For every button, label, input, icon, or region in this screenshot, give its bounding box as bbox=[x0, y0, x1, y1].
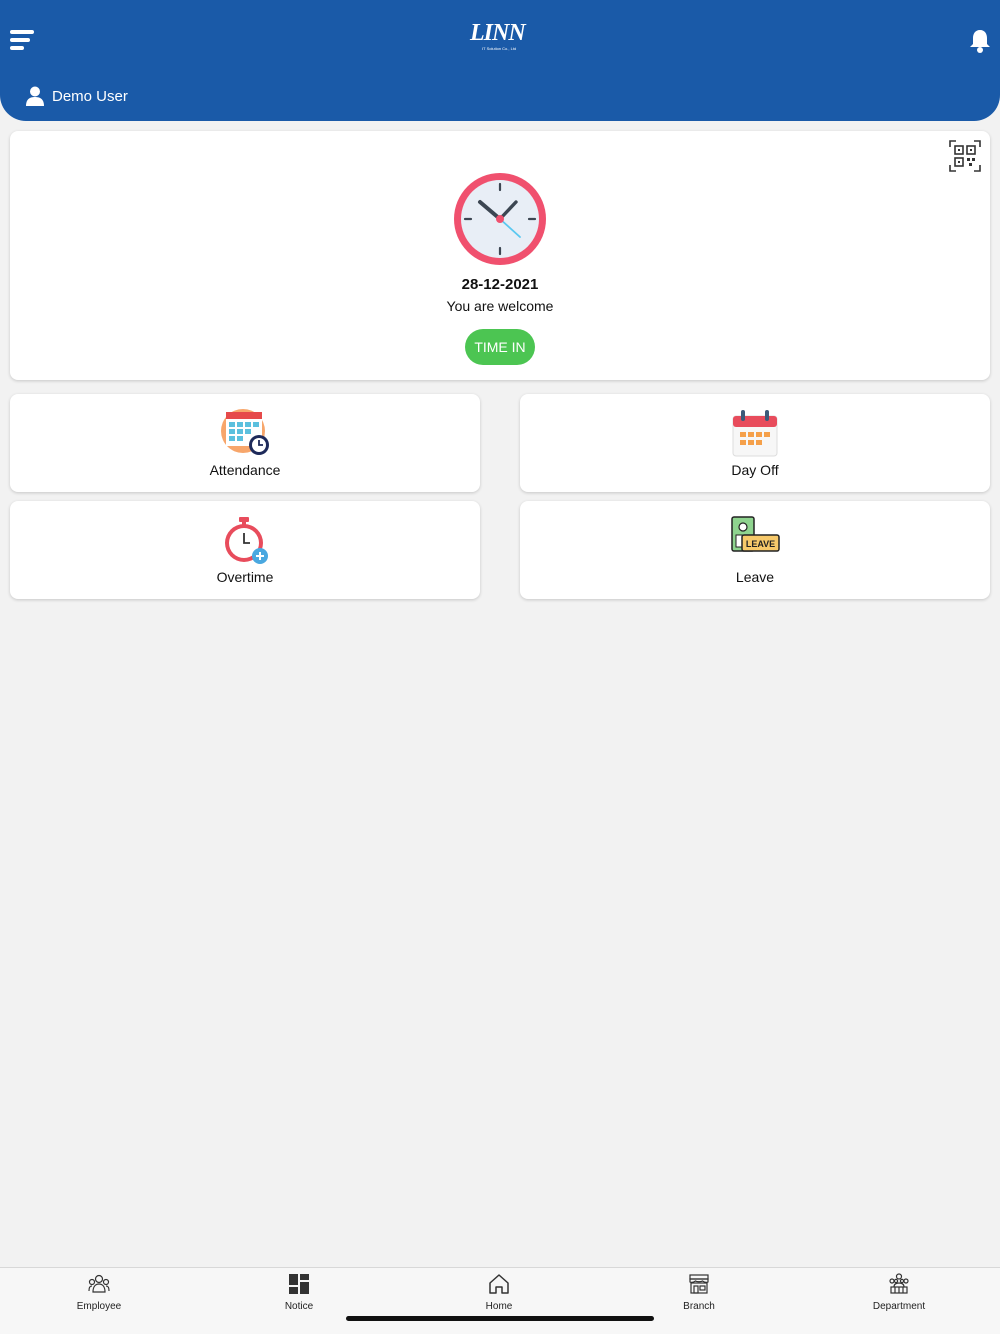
employee-icon bbox=[88, 1274, 110, 1293]
menu-button[interactable] bbox=[10, 30, 36, 52]
department-icon bbox=[889, 1273, 909, 1294]
home-icon bbox=[489, 1274, 509, 1294]
logo-text: LINN bbox=[470, 20, 526, 46]
time-card: 28-12-2021 You are welcome TIME IN bbox=[10, 131, 990, 380]
welcome-message: You are welcome bbox=[446, 298, 554, 314]
branch-store-icon bbox=[689, 1274, 709, 1294]
qr-scan-button[interactable] bbox=[948, 139, 982, 173]
nav-home[interactable]: Home bbox=[439, 1271, 559, 1315]
tile-label: Overtime bbox=[216, 569, 274, 585]
notification-button[interactable] bbox=[968, 28, 992, 54]
menu-icon-bar bbox=[10, 38, 30, 42]
qr-code-icon bbox=[949, 140, 981, 172]
linn-logo: LINN IT Solution Co., Ltd bbox=[470, 18, 534, 54]
user-info: Demo User bbox=[26, 85, 128, 107]
overtime-tile[interactable]: Overtime bbox=[10, 501, 480, 599]
nav-label: Home bbox=[485, 1301, 513, 1312]
tile-label: Day Off bbox=[731, 462, 779, 478]
bell-icon bbox=[970, 30, 990, 53]
app-header: LINN IT Solution Co., Ltd Demo User bbox=[0, 0, 1000, 121]
svg-text:LEAVE: LEAVE bbox=[746, 539, 775, 549]
menu-icon-bar bbox=[10, 46, 24, 50]
calendar-icon bbox=[732, 410, 778, 457]
user-name: Demo User bbox=[52, 87, 128, 105]
leave-badge-icon: LEAVE bbox=[731, 516, 780, 552]
leave-tile[interactable]: LEAVE Leave bbox=[520, 501, 990, 599]
day-off-tile[interactable]: Day Off bbox=[520, 394, 990, 492]
nav-branch[interactable]: Branch bbox=[639, 1271, 759, 1315]
nav-label: Branch bbox=[683, 1301, 715, 1312]
notice-grid-icon bbox=[289, 1274, 309, 1294]
time-in-button[interactable]: TIME IN bbox=[465, 329, 535, 365]
nav-label: Employee bbox=[76, 1301, 122, 1312]
current-date: 28-12-2021 bbox=[461, 276, 539, 293]
menu-icon-bar bbox=[10, 30, 34, 34]
home-indicator[interactable] bbox=[346, 1316, 654, 1321]
logo-subtext: IT Solution Co., Ltd bbox=[482, 46, 517, 51]
nav-department[interactable]: Department bbox=[839, 1271, 959, 1315]
user-icon bbox=[26, 86, 44, 106]
tile-label: Leave bbox=[735, 569, 775, 585]
nav-label: Department bbox=[872, 1301, 926, 1312]
nav-employee[interactable]: Employee bbox=[39, 1271, 159, 1315]
attendance-tile[interactable]: Attendance bbox=[10, 394, 480, 492]
attendance-calendar-icon bbox=[221, 409, 269, 455]
stopwatch-icon bbox=[225, 517, 268, 564]
nav-label: Notice bbox=[284, 1301, 314, 1312]
bottom-navigation: Employee Notice Home Branch Department bbox=[0, 1267, 1000, 1334]
tile-label: Attendance bbox=[209, 462, 281, 478]
nav-notice[interactable]: Notice bbox=[239, 1271, 359, 1315]
clock-icon bbox=[454, 173, 546, 265]
